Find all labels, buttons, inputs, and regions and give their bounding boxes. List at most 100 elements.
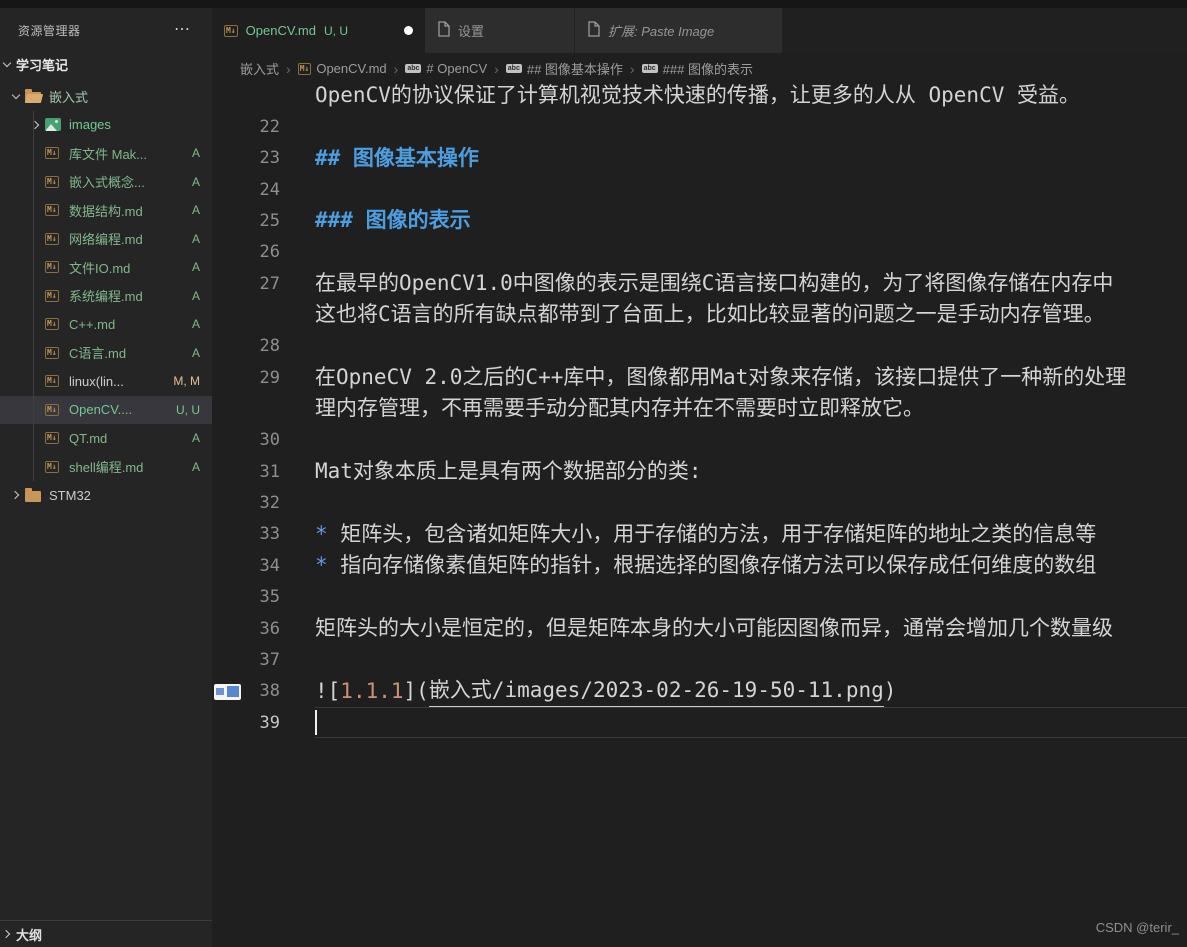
- code-segment: *: [315, 553, 341, 578]
- tree-item--md[interactable]: M↓ 网络编程.md A: [0, 225, 212, 254]
- line-number: 35: [259, 587, 280, 608]
- tree-item-qt-md[interactable]: M↓ QT.md A: [0, 424, 212, 453]
- markdown-file-icon: M↓: [224, 24, 238, 37]
- line-text[interactable]: [315, 111, 1187, 142]
- line-text[interactable]: 在OpneCV 2.0之后的C++库中，图像都用Mat对象来存储，该接口提供了一…: [315, 362, 1187, 393]
- line-text[interactable]: [315, 237, 1187, 268]
- expand-chevron[interactable]: [6, 491, 25, 500]
- workspace-name: 学习笔记: [16, 57, 69, 73]
- git-status-badge: A: [191, 260, 200, 275]
- editor-pane[interactable]: OpenCV的协议保证了计算机视觉技术快速的传播，让更多的人从 OpenCV 受…: [212, 84, 1187, 947]
- line-text[interactable]: Mat对象本质上是具有两个数据部分的类:: [315, 456, 1187, 487]
- line-text[interactable]: [315, 174, 1187, 205]
- breadcrumb-item[interactable]: abc # OpenCV: [405, 61, 487, 76]
- editor-line-25: 25 ### 图像的表示: [212, 205, 1187, 236]
- markdown-file-icon: M↓: [45, 375, 59, 388]
- tree-item-icon-slot: M↓: [45, 375, 69, 388]
- tab--[interactable]: 设置: [425, 8, 575, 53]
- tree-item-label: linux(lin...: [69, 373, 124, 389]
- outline-section[interactable]: 大纲: [0, 920, 212, 947]
- text-cursor: [315, 710, 317, 736]
- tree-item-label: QT.md: [69, 430, 108, 446]
- line-text[interactable]: ## 图像基本操作: [315, 143, 1187, 174]
- line-text[interactable]: ![1.1.1](嵌入式/images/2023-02-26-19-50-11.…: [315, 676, 1187, 707]
- markdown-file-icon: M↓: [45, 403, 59, 416]
- editor-line-33: 33 * 矩阵头，包含诸如矩阵大小，用于存储的方法，用于存储矩阵的地址之类的信息等: [212, 519, 1187, 550]
- markdown-file-icon: M↓: [45, 432, 59, 445]
- editor-group: M↓ OpenCV.md U, U 设置 扩展: Paste Image 嵌入式 › M↓ O…: [212, 8, 1187, 947]
- tree-item-label: 数据结构.md: [69, 203, 143, 219]
- markdown-file-icon: M↓: [297, 62, 312, 75]
- tree-item-label: OpenCV....: [69, 402, 133, 418]
- workspace-section[interactable]: 学习笔记: [0, 52, 212, 76]
- line-text[interactable]: [315, 331, 1187, 362]
- tree-item--[interactable]: M↓ 嵌入式概念... A: [0, 168, 212, 197]
- code-segment: *: [315, 521, 341, 546]
- tree-item--io-md[interactable]: M↓ 文件IO.md A: [0, 253, 212, 282]
- tab--paste-image[interactable]: 扩展: Paste Image: [575, 8, 783, 53]
- tab-opencv-md[interactable]: M↓ OpenCV.md U, U: [212, 8, 425, 53]
- tree-item-label: 嵌入式概念...: [69, 175, 145, 191]
- breadcrumb-separator: ›: [629, 60, 635, 77]
- tree-item--md[interactable]: M↓ 数据结构.md A: [0, 196, 212, 225]
- breadcrumb-separator: ›: [393, 60, 399, 77]
- tree-item-opencv-[interactable]: M↓ OpenCV.... U, U: [0, 395, 212, 424]
- line-text[interactable]: ### 图像的表示: [315, 205, 1187, 236]
- git-status-badge: A: [191, 203, 200, 218]
- line-text[interactable]: * 指向存储像素值矩阵的指针，根据选择的图像存储方法可以保存成任何维度的数组: [315, 550, 1187, 581]
- breadcrumb-label: 嵌入式: [240, 62, 280, 77]
- line-text[interactable]: [315, 487, 1187, 518]
- tree-item--[interactable]: 嵌入式: [0, 82, 212, 111]
- line-text[interactable]: * 矩阵头，包含诸如矩阵大小，用于存储的方法，用于存储矩阵的地址之类的信息等: [315, 519, 1187, 550]
- markdown-file-icon: M↓: [45, 261, 59, 274]
- breadcrumb-item[interactable]: M↓ OpenCV.md: [297, 61, 387, 76]
- code-segment: OpenCV的协议保证了计算机视觉技术快速的传播，让更多的人从 OpenCV 受…: [315, 84, 1081, 107]
- tree-item-label: STM32: [49, 487, 91, 503]
- editor-line-23: 23 ## 图像基本操作: [212, 143, 1187, 174]
- image-folder-icon: [45, 118, 61, 132]
- tree-item-label: images: [69, 117, 111, 133]
- line-text[interactable]: [315, 707, 1187, 738]
- breadcrumb-label: ## 图像基本操作: [526, 62, 623, 77]
- editor-line-24: 24: [212, 174, 1187, 205]
- editor-line-wrap: 理内存管理，不再需要手动分配其内存并在不需要时立即释放它。: [212, 393, 1187, 424]
- expand-chevron[interactable]: [26, 120, 45, 129]
- breadcrumb-item[interactable]: 嵌入式: [240, 59, 279, 78]
- file-icon: [587, 21, 600, 40]
- breadcrumb-item[interactable]: abc ### 图像的表示: [641, 59, 753, 78]
- line-text[interactable]: [315, 582, 1187, 613]
- tree-item-shell-md[interactable]: M↓ shell编程.md A: [0, 453, 212, 482]
- code-segment: 1.1.1: [340, 678, 404, 703]
- more-actions-icon[interactable]: ⋯: [174, 22, 192, 38]
- breadcrumb-item[interactable]: abc ## 图像基本操作: [505, 59, 623, 78]
- tree-item--md[interactable]: M↓ 系统编程.md A: [0, 282, 212, 311]
- markdown-file-icon: M↓: [45, 289, 59, 302]
- line-text[interactable]: 这也将C语言的所有缺点都带到了台面上，比如比较显著的问题之一是手动内存管理。: [315, 299, 1187, 330]
- expand-chevron[interactable]: [6, 90, 25, 99]
- git-status-badge: A: [191, 459, 200, 474]
- tree-item--mak-[interactable]: M↓ 库文件 Mak... A: [0, 139, 212, 168]
- tree-item-stm32[interactable]: STM32: [0, 481, 212, 510]
- tree-item-icon-slot: [25, 487, 49, 502]
- line-number: 28: [259, 336, 280, 357]
- unsaved-dot-icon[interactable]: [404, 26, 413, 35]
- line-number: 33: [259, 524, 280, 545]
- line-text[interactable]: [315, 425, 1187, 456]
- tree-item-c-md[interactable]: M↓ C语言.md A: [0, 339, 212, 368]
- line-text[interactable]: 在最早的OpenCV1.0中图像的表示是围绕C语言接口构建的，为了将图像存储在内…: [315, 268, 1187, 299]
- explorer-sidebar: 资源管理器 ⋯ 学习笔记 嵌入式 images M↓ 库文件 Mak... A M↓ 嵌入式…: [0, 8, 212, 947]
- line-text[interactable]: [315, 644, 1187, 675]
- tab-label: 设置: [458, 24, 485, 39]
- tab-bar: M↓ OpenCV.md U, U 设置 扩展: Paste Image: [212, 8, 1187, 53]
- tree-item-c-md[interactable]: M↓ C++.md A: [0, 310, 212, 339]
- pasted-image-thumbnail-icon[interactable]: [214, 683, 241, 700]
- tree-item-linux-lin-[interactable]: M↓ linux(lin... M, M: [0, 367, 212, 396]
- line-number: 29: [259, 367, 280, 388]
- editor-line-wrap: OpenCV的协议保证了计算机视觉技术快速的传播，让更多的人从 OpenCV 受…: [212, 84, 1187, 111]
- line-text[interactable]: 矩阵头的大小是恒定的，但是矩阵本身的大小可能因图像而异，通常会增加几个数量级: [315, 613, 1187, 644]
- line-text[interactable]: OpenCV的协议保证了计算机视觉技术快速的传播，让更多的人从 OpenCV 受…: [315, 84, 1187, 111]
- symbol-string-icon: abc: [505, 64, 522, 73]
- line-text[interactable]: 理内存管理，不再需要手动分配其内存并在不需要时立即释放它。: [315, 393, 1187, 424]
- image-path-link[interactable]: 嵌入式/images/2023-02-26-19-50-11.png: [428, 676, 884, 707]
- tree-item-images[interactable]: images: [0, 111, 212, 140]
